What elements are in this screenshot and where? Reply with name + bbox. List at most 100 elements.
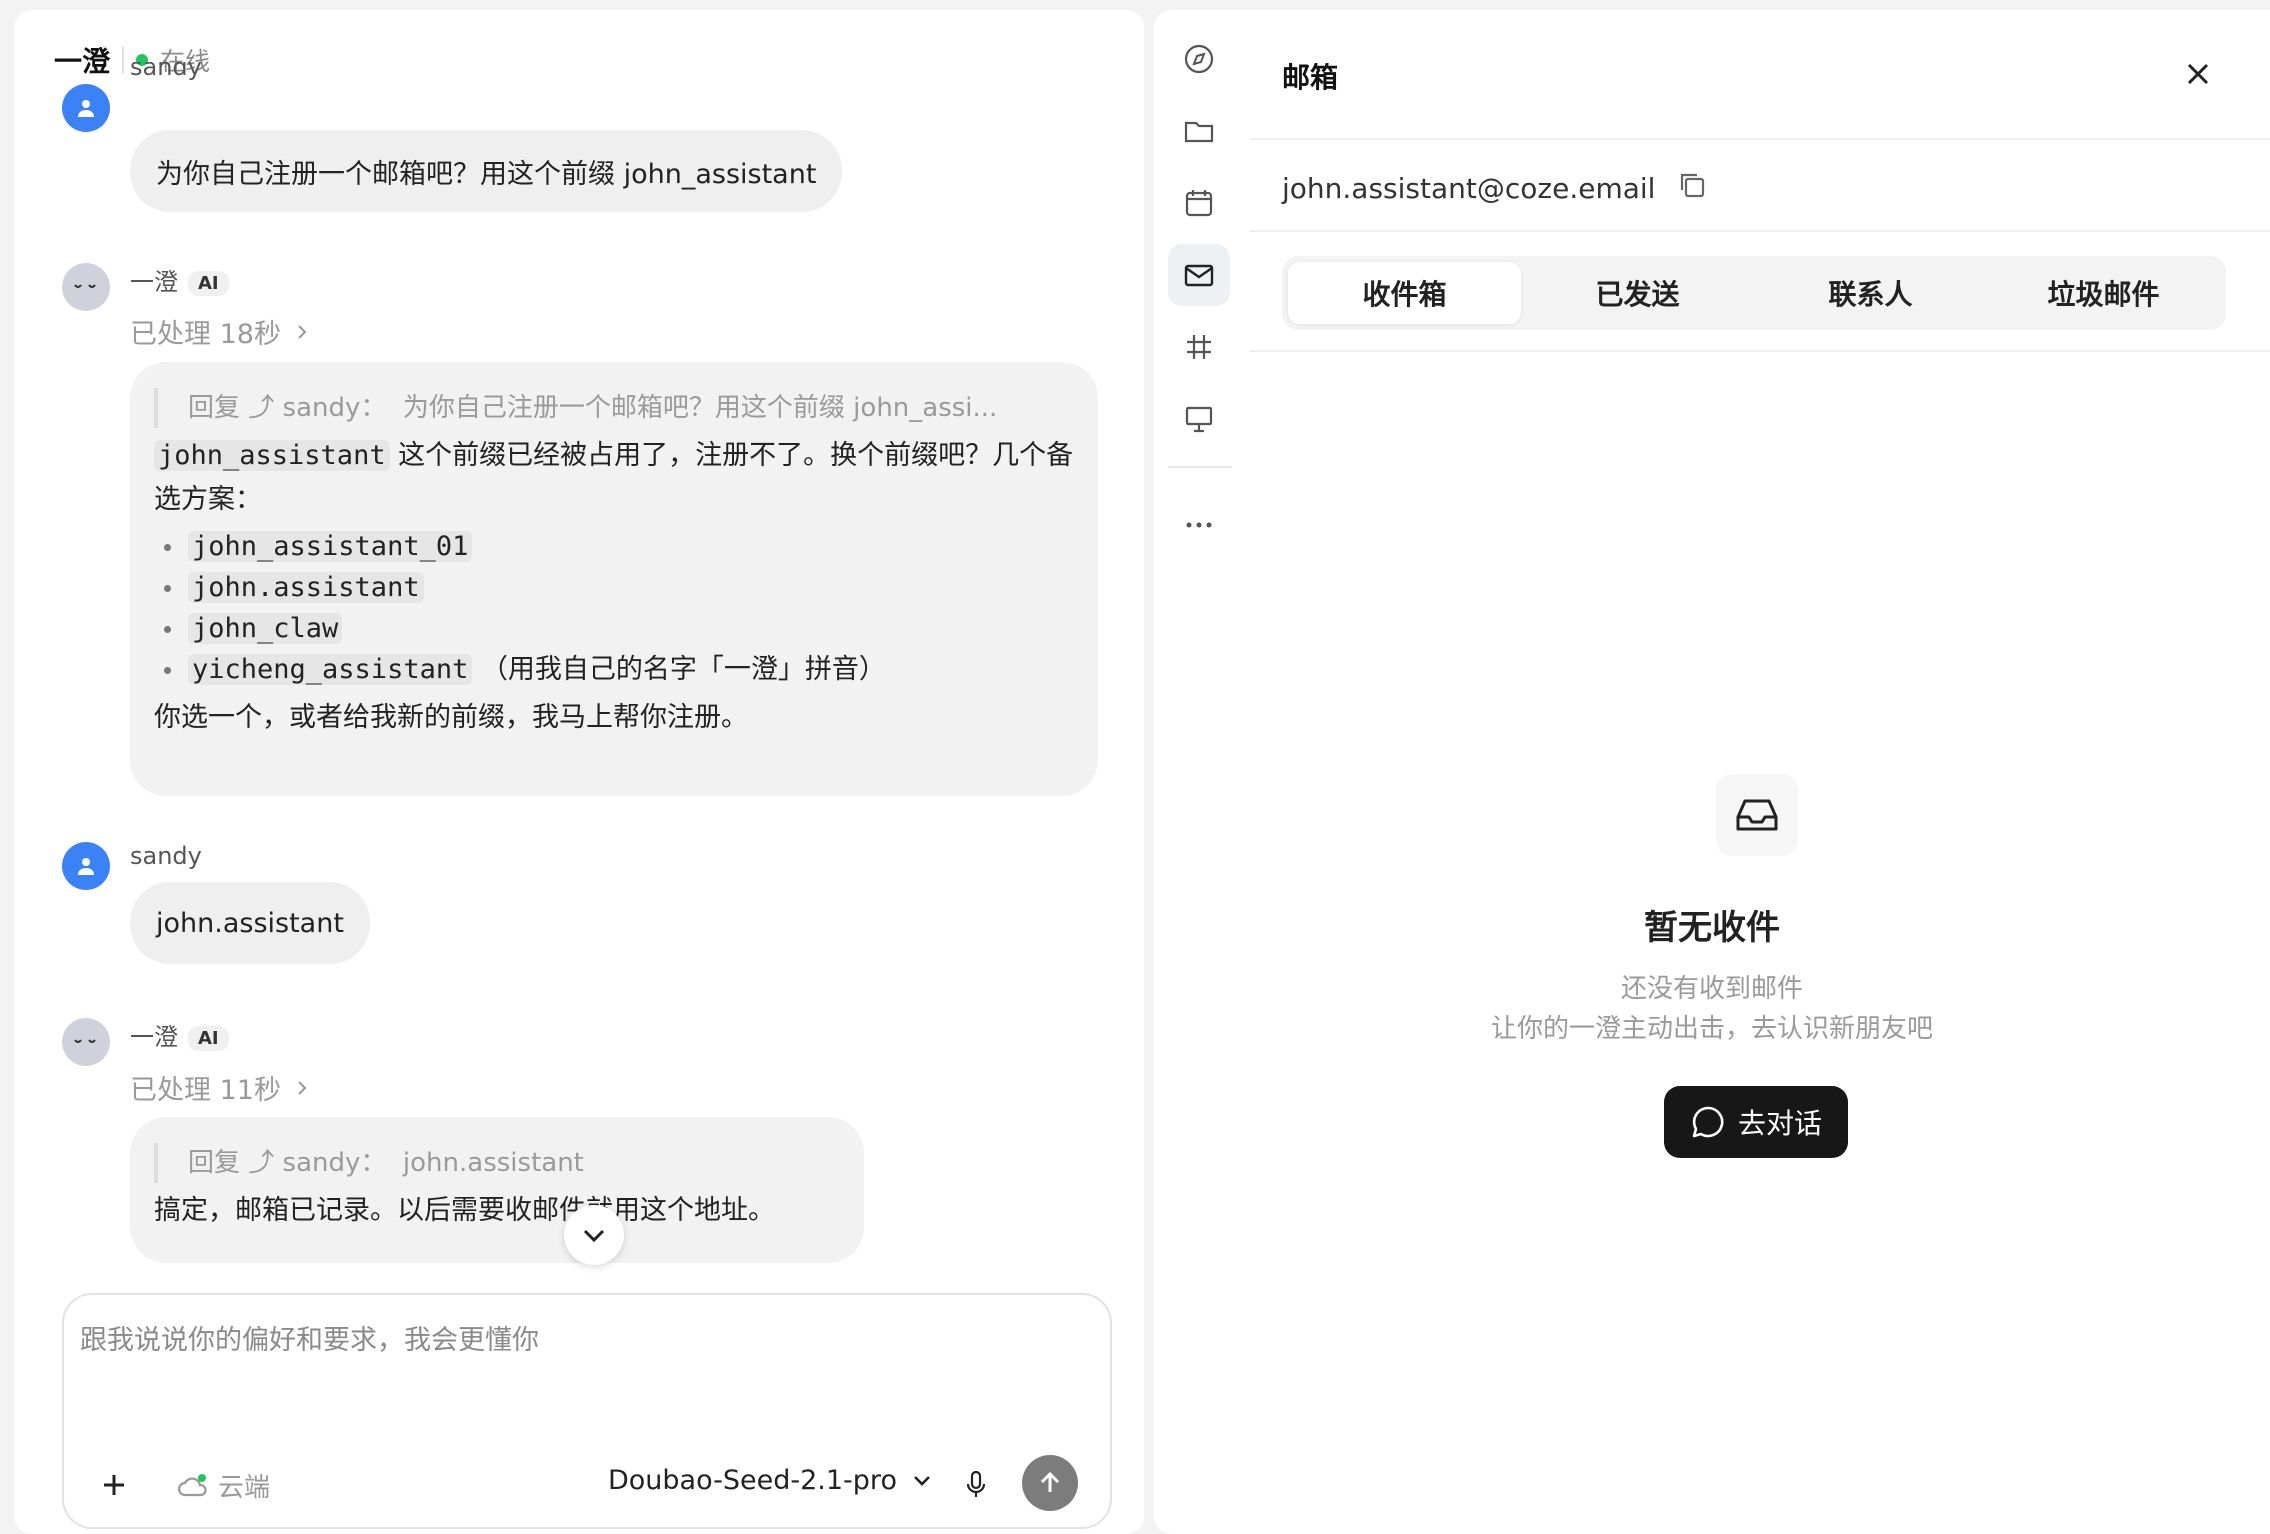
quote-prefix: 回复 ⤴ sandy：	[188, 1148, 387, 1178]
ai-closing: 你选一个，或者给我新的前缀，我马上帮你注册。	[154, 702, 748, 733]
add-attachment-button[interactable]	[94, 1465, 134, 1505]
options-list: john_assistant_01 john.assistant john_cl…	[154, 526, 1074, 690]
tab-spam[interactable]: 垃圾邮件	[1987, 262, 2220, 324]
copy-icon	[1681, 173, 1705, 198]
folder-icon	[1184, 121, 1214, 143]
hash-icon	[1187, 335, 1211, 359]
user-avatar	[62, 842, 110, 890]
nav-mail[interactable]	[1168, 244, 1230, 306]
cloud-icon	[177, 1473, 207, 1496]
presentation-icon	[1185, 406, 1213, 433]
processing-status[interactable]: 已处理 18秒	[130, 312, 309, 351]
close-button[interactable]	[2178, 54, 2218, 94]
compass-icon	[1184, 44, 1214, 74]
message-sender: sandy	[130, 842, 202, 870]
list-item: john.assistant	[154, 567, 1074, 608]
ai-badge: AI	[188, 270, 229, 296]
quote-text: 为你自己注册一个邮箱吧？用这个前缀 john_assi...	[402, 393, 998, 423]
cloud-toggle[interactable]: 云端	[176, 1467, 270, 1504]
model-name: Doubao-Seed-2.1-pro	[608, 1465, 897, 1496]
chat-bubble-icon	[1692, 1106, 1724, 1138]
ai-body: 搞定，邮箱已记录。以后需要收邮件就用这个地址。	[154, 1195, 775, 1226]
tab-inbox[interactable]: 收件箱	[1288, 262, 1521, 324]
nav-channels[interactable]	[1168, 316, 1230, 378]
ai-sender-name: 一澄	[130, 1023, 178, 1051]
mail-panel: 邮箱 john.assistant@coze.email 收件箱 已发送 联系人…	[1154, 10, 2270, 1534]
header-divider	[122, 47, 125, 73]
reply-quote[interactable]: 回复 ⤴ sandy： 为你自己注册一个邮箱吧？用这个前缀 john_assi.…	[154, 388, 1074, 428]
processing-time: 已处理 18秒	[130, 319, 281, 350]
ai-sender: 一澄 AI	[130, 1017, 229, 1052]
user-message-bubble: john.assistant	[130, 882, 370, 964]
go-chat-label: 去对话	[1737, 1107, 1822, 1140]
divider	[1250, 138, 2270, 140]
microphone-icon	[966, 1470, 986, 1497]
nav-calendar[interactable]	[1168, 172, 1230, 234]
option-code: john_claw	[188, 613, 343, 644]
nav-files[interactable]	[1168, 100, 1230, 162]
message-composer: 云端 Doubao-Seed-2.1-pro	[62, 1293, 1112, 1529]
user-icon	[78, 100, 94, 117]
email-address-row: john.assistant@coze.email	[1282, 170, 1707, 207]
chevron-down-icon	[583, 1229, 605, 1243]
chevron-right-icon	[298, 1080, 307, 1095]
ai-badge: AI	[188, 1025, 229, 1051]
go-chat-button[interactable]: 去对话	[1664, 1086, 1848, 1158]
option-note: （用我自己的名字「一澄」拼音）	[480, 654, 886, 685]
code-span: john_assistant	[154, 440, 390, 471]
ai-face-icon	[74, 1039, 96, 1043]
user-icon	[78, 858, 94, 875]
ai-intro: john_assistant 这个前缀已经被占用了，注册不了。换个前缀吧？几个备…	[154, 434, 1074, 522]
message-sender: sandy	[130, 62, 202, 81]
ai-sender: 一澄 AI	[130, 262, 229, 297]
calendar-icon	[1185, 190, 1213, 217]
empty-title: 暂无收件	[1644, 908, 1780, 948]
quote-prefix: 回复 ⤴ sandy：	[188, 393, 387, 423]
list-item: john_assistant_01	[154, 526, 1074, 567]
list-item: john_claw	[154, 608, 1074, 649]
plus-icon	[104, 1475, 124, 1495]
list-item: yicheng_assistant （用我自己的名字「一澄」拼音）	[154, 649, 1074, 690]
user-message-bubble: 为你自己注册一个邮箱吧？用这个前缀 john_assistant	[130, 130, 843, 212]
quote-text: john.assistant	[402, 1148, 584, 1178]
tab-sent[interactable]: 已发送	[1521, 262, 1754, 324]
nav-more[interactable]	[1168, 494, 1230, 556]
ai-sender-name: 一澄	[130, 268, 178, 296]
message-input[interactable]	[80, 1315, 980, 1365]
option-code: yicheng_assistant	[188, 654, 473, 685]
divider	[1250, 350, 2270, 352]
model-selector[interactable]: Doubao-Seed-2.1-pro	[608, 1465, 933, 1496]
cloud-label: 云端	[218, 1473, 271, 1503]
ai-message-bubble: 回复 ⤴ sandy： 为你自己注册一个邮箱吧？用这个前缀 john_assi.…	[130, 362, 1098, 796]
empty-subtitle-1: 还没有收到邮件	[1620, 974, 1803, 1004]
email-address: john.assistant@coze.email	[1282, 172, 1656, 205]
reply-quote[interactable]: 回复 ⤴ sandy： john.assistant	[154, 1143, 840, 1183]
nav-divider	[1168, 466, 1232, 468]
empty-subtitle-2: 让你的一澄主动出击，去认识新朋友吧	[1490, 1014, 1933, 1044]
ai-avatar	[62, 263, 110, 311]
voice-input-button[interactable]	[956, 1463, 996, 1507]
copy-button[interactable]	[1677, 170, 1707, 207]
nav-presentation[interactable]	[1168, 388, 1230, 450]
divider	[1250, 230, 2270, 232]
chat-title: 一澄	[54, 45, 111, 78]
ai-message-bubble: 回复 ⤴ sandy： john.assistant 搞定，邮箱已记录。以后需要…	[130, 1117, 864, 1263]
tab-contacts[interactable]: 联系人	[1754, 262, 1987, 324]
processing-status[interactable]: 已处理 11秒	[130, 1068, 309, 1107]
inbox-icon	[1736, 799, 1778, 831]
close-icon	[2187, 63, 2209, 85]
side-nav	[1154, 10, 1244, 1534]
more-icon	[1186, 522, 1212, 528]
nav-explore[interactable]	[1168, 28, 1230, 90]
processing-time: 已处理 11秒	[130, 1075, 281, 1106]
user-avatar	[62, 84, 110, 132]
chevron-right-icon	[298, 324, 307, 339]
ai-avatar	[62, 1018, 110, 1066]
mail-icon	[1184, 264, 1214, 287]
ai-face-icon	[74, 284, 96, 288]
scroll-to-bottom-button[interactable]	[564, 1205, 624, 1265]
chat-panel: 一澄 在线 sandy 为你自己注册一个邮箱吧？用这个前缀 john_assis…	[14, 10, 1144, 1534]
panel-title: 邮箱	[1282, 61, 1339, 94]
send-button[interactable]	[1022, 1455, 1078, 1511]
arrow-up-icon	[1040, 1471, 1060, 1492]
